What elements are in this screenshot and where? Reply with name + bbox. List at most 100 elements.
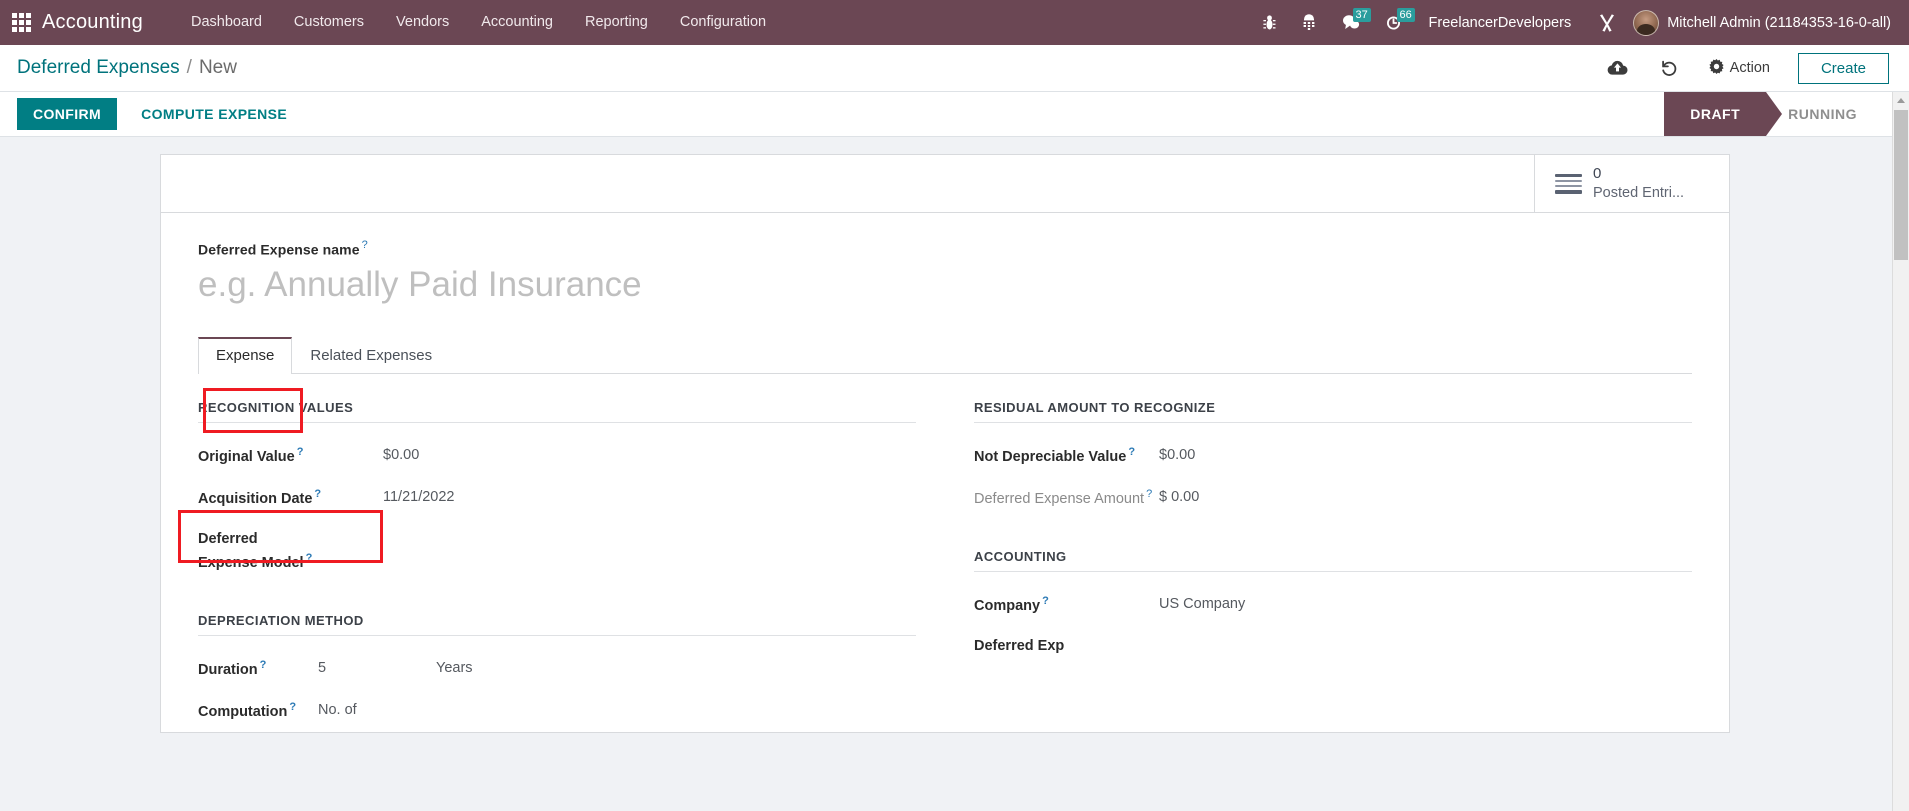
scroll-up-arrow[interactable] bbox=[1893, 92, 1909, 109]
value-company[interactable]: US Company bbox=[1159, 593, 1692, 615]
menu-reporting[interactable]: Reporting bbox=[569, 0, 664, 45]
action-menu[interactable]: Action bbox=[1695, 51, 1784, 85]
value-not-depreciable-value[interactable]: $0.00 bbox=[1159, 444, 1692, 466]
cloud-upload-icon[interactable] bbox=[1591, 51, 1644, 85]
menu-accounting[interactable]: Accounting bbox=[465, 0, 569, 45]
label-computation: Computation bbox=[198, 704, 287, 720]
tooltip-icon[interactable]: ? bbox=[314, 488, 321, 500]
label-deferred-expense-amount: Deferred Expense Amount bbox=[974, 491, 1144, 507]
list-lines-icon bbox=[1555, 174, 1582, 194]
menu-configuration[interactable]: Configuration bbox=[664, 0, 782, 45]
tooltip-icon[interactable]: ? bbox=[1146, 488, 1152, 500]
tooltip-icon[interactable]: ? bbox=[1128, 446, 1135, 458]
field-computation: Computation? No. of bbox=[198, 690, 916, 732]
breadcrumb-separator: / bbox=[187, 57, 192, 79]
label-company: Company bbox=[974, 598, 1040, 614]
user-menu[interactable]: Mitchell Admin (21184353-16-0-all) bbox=[1629, 10, 1899, 36]
deferred-expense-name-label: Deferred Expense name bbox=[198, 241, 360, 257]
deferred-expense-name-input[interactable] bbox=[198, 265, 1692, 305]
breadcrumb-actions: Action Create bbox=[1591, 51, 1889, 85]
field-original-value: Original Value? $0.00 bbox=[198, 435, 916, 477]
tab-expense[interactable]: Expense bbox=[198, 337, 292, 374]
undo-icon[interactable] bbox=[1644, 51, 1695, 85]
field-company: Company? US Company bbox=[974, 584, 1692, 626]
value-original-value[interactable]: $0.00 bbox=[383, 444, 916, 466]
value-duration[interactable]: 5 bbox=[318, 657, 378, 679]
stage-draft[interactable]: DRAFT bbox=[1664, 92, 1766, 136]
breadcrumb-bar: Deferred Expenses / New Action bbox=[0, 45, 1909, 92]
vertical-scrollbar[interactable] bbox=[1892, 92, 1909, 811]
value-deferred-expense-amount: $ 0.00 bbox=[1159, 486, 1692, 508]
group-depreciation-method: DEPRECIATION METHOD Duration? 5 Years Co… bbox=[198, 613, 916, 732]
group-title-accounting: ACCOUNTING bbox=[974, 549, 1692, 572]
field-not-depreciable-value: Not Depreciable Value? $0.00 bbox=[974, 435, 1692, 477]
create-button[interactable]: Create bbox=[1798, 53, 1889, 84]
action-label: Action bbox=[1730, 60, 1770, 76]
user-name: Mitchell Admin (21184353-16-0-all) bbox=[1667, 15, 1891, 31]
posted-entries-stat-button[interactable]: 0 Posted Entri... bbox=[1534, 155, 1729, 212]
tooltip-icon[interactable]: ? bbox=[306, 552, 313, 564]
value-acquisition-date[interactable]: 11/21/2022 bbox=[383, 486, 916, 508]
gear-icon bbox=[1709, 59, 1724, 78]
form-sheet: 0 Posted Entri... Deferred Expense name?… bbox=[160, 154, 1730, 733]
compute-expense-button[interactable]: COMPUTE EXPENSE bbox=[127, 98, 301, 130]
group-residual-amount: RESIDUAL AMOUNT TO RECOGNIZE Not Depreci… bbox=[974, 400, 1692, 519]
notebook-tabs: Expense Related Expenses bbox=[198, 337, 1692, 374]
form-groups: RECOGNITION VALUES Original Value? $0.00… bbox=[198, 374, 1692, 731]
company-switcher[interactable]: FreelancerDevelopers bbox=[1415, 15, 1586, 31]
tab-related-expenses[interactable]: Related Expenses bbox=[292, 337, 450, 374]
bug-icon[interactable] bbox=[1250, 0, 1289, 45]
label-deferred-expense-model: Deferred Expense Model bbox=[198, 531, 304, 571]
messages-badge: 37 bbox=[1353, 8, 1371, 22]
label-deferred-expense-account: Deferred Exp bbox=[974, 638, 1064, 654]
form-content-area: 0 Posted Entri... Deferred Expense name?… bbox=[0, 138, 1909, 811]
form-column-right: RESIDUAL AMOUNT TO RECOGNIZE Not Depreci… bbox=[974, 400, 1692, 731]
dialpad-icon[interactable] bbox=[1289, 0, 1329, 45]
activities-clock-icon[interactable]: 66 bbox=[1373, 0, 1415, 45]
posted-entries-label: Posted Entri... bbox=[1593, 184, 1684, 202]
form-column-left: RECOGNITION VALUES Original Value? $0.00… bbox=[198, 400, 916, 731]
field-deferred-expense-amount: Deferred Expense Amount? $ 0.00 bbox=[974, 477, 1692, 519]
group-accounting: ACCOUNTING Company? US Company Deferred … bbox=[974, 549, 1692, 666]
label-original-value: Original Value bbox=[198, 449, 295, 465]
posted-entries-count: 0 bbox=[1593, 165, 1684, 184]
field-acquisition-date: Acquisition Date? 11/21/2022 bbox=[198, 477, 916, 519]
group-title-depreciation-method: DEPRECIATION METHOD bbox=[198, 613, 916, 636]
avatar bbox=[1633, 10, 1659, 36]
field-deferred-expense-account: Deferred Exp bbox=[974, 626, 1692, 666]
tools-icon[interactable] bbox=[1585, 0, 1629, 45]
activities-badge: 66 bbox=[1397, 8, 1415, 22]
navbar-systray: 37 66 FreelancerDevelopers Mitchell Admi… bbox=[1250, 0, 1909, 45]
sheet-button-box: 0 Posted Entri... bbox=[161, 155, 1729, 213]
main-menu: Dashboard Customers Vendors Accounting R… bbox=[175, 0, 782, 45]
value-deferred-expense-model[interactable] bbox=[318, 528, 916, 548]
apps-grid-icon[interactable] bbox=[12, 13, 32, 33]
label-duration: Duration bbox=[198, 662, 258, 678]
scrollbar-thumb[interactable] bbox=[1894, 110, 1908, 260]
app-brand-accounting[interactable]: Accounting bbox=[42, 11, 143, 34]
stage-running[interactable]: RUNNING bbox=[1766, 92, 1879, 136]
breadcrumb-current: New bbox=[199, 57, 237, 79]
tooltip-icon[interactable]: ? bbox=[297, 446, 304, 458]
tooltip-icon[interactable]: ? bbox=[289, 701, 296, 713]
menu-dashboard[interactable]: Dashboard bbox=[175, 0, 278, 45]
group-title-recognition-values: RECOGNITION VALUES bbox=[198, 400, 916, 423]
menu-vendors[interactable]: Vendors bbox=[380, 0, 465, 45]
group-recognition-values: RECOGNITION VALUES Original Value? $0.00… bbox=[198, 400, 916, 583]
field-duration: Duration? 5 Years bbox=[198, 648, 916, 690]
messages-icon[interactable]: 37 bbox=[1329, 0, 1373, 45]
tooltip-icon[interactable]: ? bbox=[362, 239, 368, 251]
title-field-label: Deferred Expense name? bbox=[198, 239, 1692, 259]
top-navbar: Accounting Dashboard Customers Vendors A… bbox=[0, 0, 1909, 45]
confirm-button[interactable]: CONFIRM bbox=[17, 98, 117, 130]
value-duration-unit[interactable]: Years bbox=[436, 657, 473, 679]
label-acquisition-date: Acquisition Date bbox=[198, 491, 312, 507]
menu-customers[interactable]: Customers bbox=[278, 0, 380, 45]
tooltip-icon[interactable]: ? bbox=[260, 659, 267, 671]
tooltip-icon[interactable]: ? bbox=[1042, 595, 1049, 607]
status-action-bar: CONFIRM COMPUTE EXPENSE DRAFT RUNNING bbox=[0, 92, 1909, 137]
stage-statusbar: DRAFT RUNNING bbox=[1664, 92, 1909, 136]
group-title-residual-amount: RESIDUAL AMOUNT TO RECOGNIZE bbox=[974, 400, 1692, 423]
value-computation[interactable]: No. of bbox=[318, 699, 916, 721]
breadcrumb-root[interactable]: Deferred Expenses bbox=[17, 57, 180, 79]
